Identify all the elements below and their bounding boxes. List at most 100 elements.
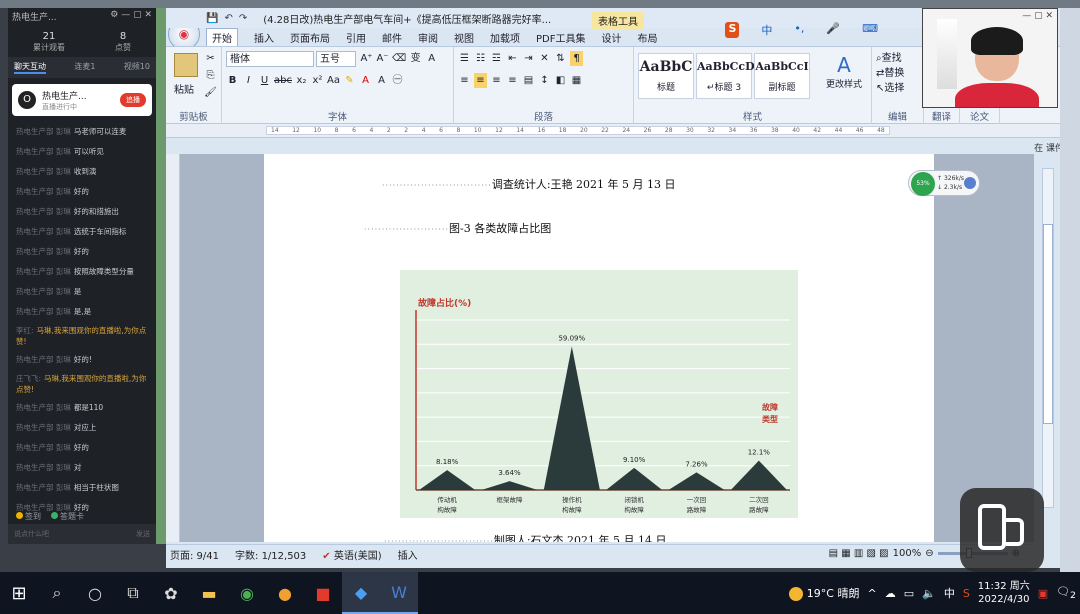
tab-layout[interactable]: 布局 [637,30,657,45]
distribute-icon[interactable]: ▤ [522,73,535,88]
show-marks-icon[interactable]: ¶ [570,51,583,66]
zoom-out-icon[interactable]: ⊖ [925,548,933,559]
fault-chart[interactable]: 故障占比(%) 故障类型 8.18% 传动机 构故障 3.64% 框架故障 59.09% 操作机… [400,270,798,518]
sort-icon[interactable]: ⇅ [554,51,567,66]
increase-indent-icon[interactable]: ⇥ [522,51,535,66]
live-card[interactable]: O 热电生产... 直播进行中 追播 [12,84,152,116]
shading-icon[interactable]: ◧ [554,73,567,88]
taskbar-app-word-icon[interactable]: W [380,572,418,614]
tab-pdf[interactable]: PDF工具集 [536,30,585,45]
network-speed-widget[interactable]: 53% ↑ 326k/s ↓ 2.3k/s [908,170,980,196]
vertical-ruler[interactable] [166,154,180,542]
word-count[interactable]: 字数: 1/12,503 [235,547,306,562]
chat-input[interactable]: 说点什么吧 发送 [8,524,156,544]
strikethrough-icon[interactable]: abc [274,73,292,88]
vertical-scrollbar[interactable] [1034,154,1060,542]
send-button[interactable]: 发送 [136,529,150,539]
superscript-icon[interactable]: x² [311,73,324,88]
ime-toolbar[interactable]: S 中 •, 🎤 ⌨ [725,22,894,38]
enclose-char-icon[interactable]: ㊀ [391,73,404,88]
tab-page-layout[interactable]: 页面布局 [290,30,330,45]
font-size-select[interactable]: 五号 [316,51,356,67]
change-case-icon[interactable]: Aa [327,73,340,88]
subscript-icon[interactable]: x₂ [295,73,308,88]
style-heading3[interactable]: AaBbCcD ↵标题 3 [696,53,755,99]
notifications[interactable]: 🗨2 [1056,585,1076,601]
bullets-icon[interactable]: ☰ [458,51,471,66]
grow-font-icon[interactable]: A⁺ [360,51,373,66]
network-icon[interactable]: ▭ [904,587,914,600]
select-button[interactable]: ↖选择 [876,81,904,96]
phonetic-icon[interactable]: 变 [409,51,422,66]
clock[interactable]: 11:32 周六 2022/4/30 [978,580,1030,606]
tab-references[interactable]: 引用 [346,30,366,45]
highlight-icon[interactable]: ✎ [343,73,356,88]
align-left-icon[interactable]: ≡ [458,73,471,88]
tab-mailings[interactable]: 邮件 [382,30,402,45]
tab-insert[interactable]: 插入 [254,30,274,45]
tray-ime[interactable]: 中 [944,585,955,601]
microphone-icon[interactable]: 🎤 [826,22,840,38]
paste-icon[interactable] [174,53,198,77]
horizontal-ruler[interactable]: 14 12 10 8 6 4 2 2 4 6 8 10 12 14 16 18 20 22 24 26 28 30 32 34… [166,124,1060,138]
font-name-select[interactable]: 楷体 [226,51,314,67]
char-shading-icon[interactable]: A [375,73,388,88]
tab-home[interactable]: 开始 [206,28,238,46]
signin-button[interactable]: 签到 [16,511,41,522]
tray-red-app-icon[interactable]: ▣ [1038,587,1048,600]
decrease-indent-icon[interactable]: ⇤ [506,51,519,66]
italic-icon[interactable]: I [242,73,255,88]
shrink-font-icon[interactable]: A⁻ [376,51,389,66]
bold-icon[interactable]: B [226,73,239,88]
tray-app-icon[interactable]: ☁ [885,587,896,600]
borders-icon[interactable]: ▦ [570,73,583,88]
paste-button[interactable]: 粘贴 [174,81,194,96]
start-button[interactable]: ⊞ [0,572,38,614]
chinese-layout-icon[interactable]: ✕ [538,51,551,66]
change-styles-button[interactable]: A 更改样式 [820,53,868,90]
taskbar-app-pinwheel-icon[interactable]: ✿ [152,572,190,614]
tab-view[interactable]: 视图 [454,30,474,45]
tray-expand-icon[interactable]: ^ [867,587,876,600]
copy-icon[interactable]: ⎘ [204,68,217,83]
volume-icon[interactable]: 🔈 [922,587,936,600]
zoom-level[interactable]: 100% [893,548,922,559]
tab-design[interactable]: 设计 [601,30,621,45]
tab-mic[interactable]: 连麦1 [74,61,95,74]
webcam-window[interactable]: — ▢ ✕ [922,8,1058,108]
window-controls-icon[interactable]: ⚙ — ▢ ✕ [110,10,152,23]
webcam-window-controls-icon[interactable]: — ▢ ✕ [1022,11,1053,21]
tab-video[interactable]: 视频10 [124,61,150,74]
clear-format-icon[interactable]: ⌫ [392,51,406,66]
taskbar-app-orange-icon[interactable]: ● [266,572,304,614]
view-buttons-icon[interactable]: ▤ ▦ ▥ ▧ ▨ [829,548,889,559]
undo-icon[interactable]: ↶ [224,13,232,24]
find-button[interactable]: ⌕查找 [876,51,904,66]
numbering-icon[interactable]: ☷ [474,51,487,66]
keyboard-icon[interactable]: ⌨ [862,22,878,38]
task-view-icon[interactable]: ⧉ [114,572,152,614]
taskbar-app-red-icon[interactable]: ■ [304,572,342,614]
align-right-icon[interactable]: ≡ [490,73,503,88]
search-icon[interactable]: ⌕ [38,572,76,614]
sogou-tray-icon[interactable]: S [963,587,970,600]
taskbar-app-explorer-icon[interactable]: ▬ [190,572,228,614]
save-icon[interactable]: 💾 [206,13,218,24]
char-border-icon[interactable]: A [425,51,438,66]
phone-mirror-overlay[interactable] [960,488,1044,572]
language[interactable]: ✔ 英语(美国) [322,547,381,562]
document-page[interactable]: ·······························调查统计人:王艳 … [264,154,934,542]
font-color-icon[interactable]: A [359,73,372,88]
multilevel-icon[interactable]: ☲ [490,51,503,66]
replace-button[interactable]: ⇄替换 [876,66,904,81]
style-heading[interactable]: AaBbC 标题 [638,53,694,99]
justify-icon[interactable]: ≡ [506,73,519,88]
redo-icon[interactable]: ↷ [239,13,247,24]
line-spacing-icon[interactable]: ↕ [538,73,551,88]
table-tools-tab[interactable]: 表格工具 [592,12,644,29]
group-label-thesis[interactable]: 论文 [960,109,999,123]
underline-icon[interactable]: U [258,73,271,88]
group-label-translate[interactable]: 翻译 [924,109,959,123]
cut-icon[interactable]: ✂ [204,51,217,66]
scroll-thumb[interactable] [1043,224,1053,424]
